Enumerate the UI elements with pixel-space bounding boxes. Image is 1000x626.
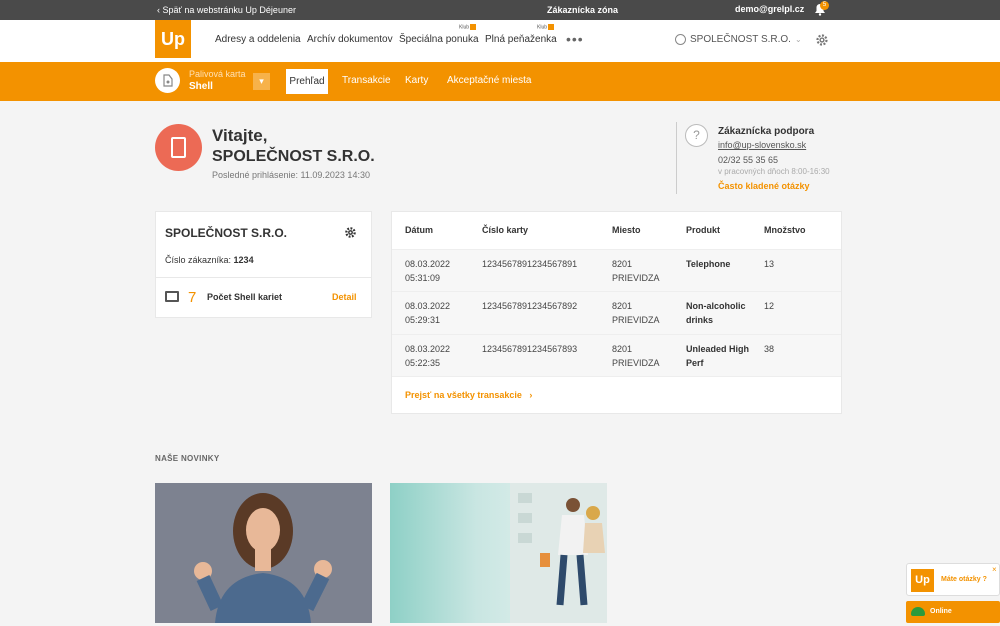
faq-link[interactable]: Často kladené otázky [718,181,810,191]
cards-count: 7 [188,289,197,306]
close-icon[interactable]: × [992,565,997,574]
news-section-title: NAŠE NOVINKY [155,454,220,463]
globe-icon [675,34,686,45]
news-image-couple[interactable] [390,483,607,623]
cell-quantity: 38 [764,344,775,354]
card-type-label: Palivová karta [189,69,246,79]
cards-detail-link[interactable]: Detail [332,292,357,302]
more-menu-icon[interactable]: ••• [566,31,584,47]
cell-place: 8201 PRIEVIDZA [612,344,660,368]
company-name: SPOLEČNOST S.R.O. [690,34,791,46]
tab-acceptance-points[interactable]: Akceptačné miesta [447,75,532,86]
card-icon [165,291,179,302]
news-image-woman[interactable] [155,483,372,623]
cell-date: 08.03.2022 05:22:35 [405,344,451,368]
all-transactions-link[interactable]: Prejsť na všetky transakcie › [405,390,532,400]
card-name: Shell [189,81,213,92]
notification-badge: 5 [820,1,829,10]
divider [392,334,841,335]
welcome-company: SPOLEČNOST S.R.O. [212,148,375,165]
support-phone: 02/32 55 35 65 [718,155,779,165]
fuel-card-icon [155,68,180,93]
column-header-card-number: Číslo karty [482,225,529,235]
cell-product: Non-alcoholic drinks [686,301,746,325]
chevron-right-icon: › [529,390,533,400]
chat-up-logo: Up [911,569,934,592]
column-header-place: Miesto [612,225,641,235]
cell-date: 08.03.2022 05:31:09 [405,259,451,283]
divider [392,291,841,292]
company-settings-gear-icon[interactable] [344,226,357,239]
online-status-button[interactable]: Online [906,601,1000,623]
last-login: Posledné prihlásenie: 11.09.2023 14:30 [212,170,370,180]
divider [676,122,677,194]
building-icon [171,137,186,158]
up-logo[interactable]: Up [155,20,191,58]
column-header-quantity: Množstvo [764,225,806,235]
divider [392,249,841,250]
nav-addresses[interactable]: Adresy a oddelenia [215,34,301,45]
klub-badge: Klub [459,24,477,30]
column-header-date: Dátum [405,225,434,235]
card-navigation-bar: Palivová karta Shell ▾ Prehľad Transakci… [0,62,1000,101]
question-icon: ? [685,124,708,147]
cell-quantity: 12 [764,301,775,311]
column-header-product: Produkt [686,225,721,235]
support-hours: v pracovných dňoch 8:00-16:30 [718,167,830,176]
settings-gear-icon[interactable] [815,33,829,47]
chat-widget[interactable]: Up Máte otázky ? × [906,563,1000,596]
company-selector[interactable]: SPOLEČNOST S.R.O. ⌄ [675,34,802,45]
cell-place: 8201 PRIEVIDZA [612,301,660,325]
chat-question-label: Máte otázky ? [941,576,987,583]
klub-badge: Klub [537,24,555,30]
tab-cards[interactable]: Karty [405,75,428,86]
chevron-down-icon: ⌄ [794,35,802,45]
cell-date: 08.03.2022 05:29:31 [405,301,451,325]
cell-card-number: 1234567891234567891 [482,259,578,269]
card-select-dropdown[interactable]: ▾ [253,73,270,90]
cell-card-number: 1234567891234567892 [482,301,578,311]
welcome-greeting: Vitajte, [212,126,268,145]
cards-count-label: Počet Shell kariet [207,292,283,302]
nav-special-offer[interactable]: Špeciálna ponuka [399,34,479,45]
divider [392,376,841,377]
company-panel-title: SPOLEČNOST S.R.O. [165,226,288,240]
top-bar: ‹ Späť na webstránku Up Déjeuner Zákazní… [0,0,1000,20]
cell-place: 8201 PRIEVIDZA [612,259,660,283]
tab-overview[interactable]: Prehľad [286,69,328,94]
company-avatar [155,124,202,171]
online-label: Online [930,608,952,615]
zone-title: Zákaznícka zóna [547,5,619,15]
support-title: Zákaznícka podpora [718,126,815,137]
main-header: Up Adresy a oddelenia Archív dokumentov … [0,20,1000,62]
nav-full-wallet[interactable]: Plná peňaženka [485,34,557,45]
cell-quantity: 13 [764,259,775,269]
support-email-link[interactable]: info@up-slovensko.sk [718,140,806,150]
back-to-website-link[interactable]: ‹ Späť na webstránku Up Déjeuner [157,5,296,15]
customer-number: Číslo zákazníka: 1234 [165,255,254,265]
cell-product: Unleaded High Perf [686,344,750,368]
divider [156,277,371,278]
online-icon [911,607,925,616]
cell-card-number: 1234567891234567893 [482,344,578,354]
user-email[interactable]: demo@grelpl.cz [735,4,804,14]
nav-documents-archive[interactable]: Archív dokumentov [307,34,393,45]
cell-product: Telephone [686,259,731,269]
tab-transactions[interactable]: Transakcie [342,75,391,86]
